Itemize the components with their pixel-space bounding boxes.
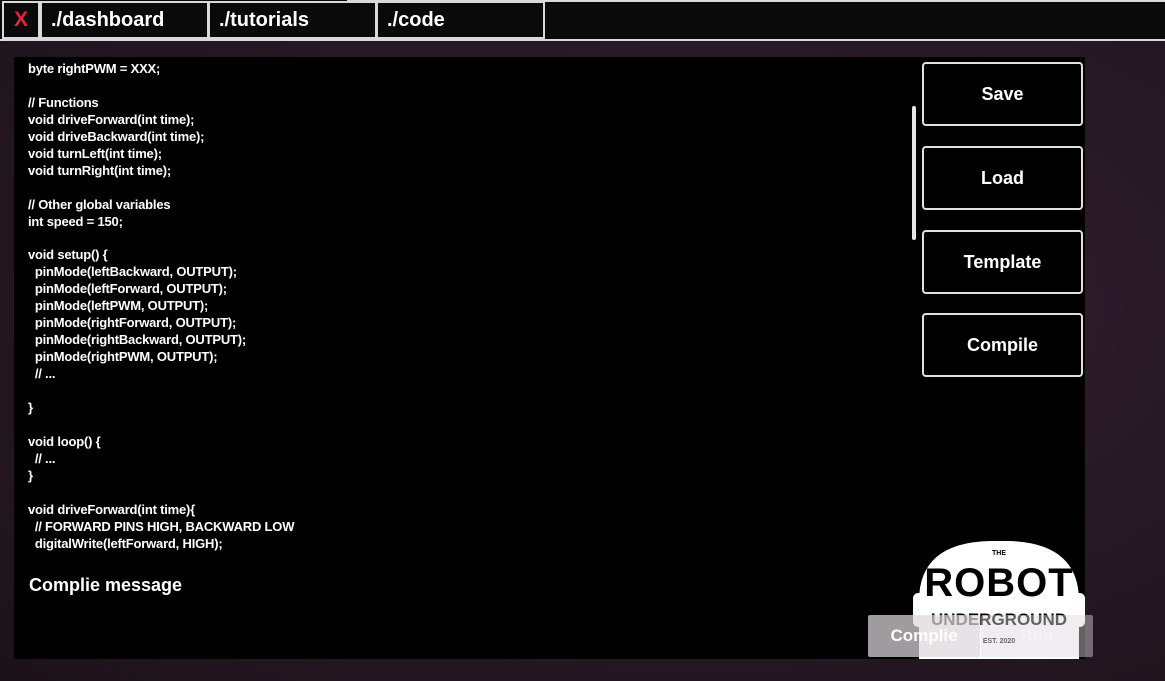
tab-code[interactable]: ./code — [376, 1, 545, 39]
template-button[interactable]: Template — [922, 230, 1083, 294]
code-scrollbar[interactable] — [912, 106, 916, 240]
save-button[interactable]: Save — [922, 62, 1083, 126]
load-button[interactable]: Load — [922, 146, 1083, 210]
compile-message-label: Complie message — [29, 575, 183, 595]
bottom-compile-button[interactable]: Complie — [868, 615, 980, 657]
close-button[interactable]: X — [2, 1, 40, 39]
tab-dashboard[interactable]: ./dashboard — [40, 1, 209, 39]
compile-button[interactable]: Compile — [922, 313, 1083, 377]
logo-robot-text: ROBOT — [924, 561, 1073, 605]
bottom-run-button[interactable]: Run — [981, 615, 1093, 657]
code-editor[interactable]: // PWMs byte rightPWM = XXX; // Function… — [28, 57, 908, 552]
tab-tutorials[interactable]: ./tutorials — [208, 1, 377, 39]
top-nav-bar: X ./dashboard ./tutorials ./code — [0, 0, 1165, 41]
logo-the-text: THE — [992, 550, 1006, 557]
code-text[interactable]: // PWMs byte rightPWM = XXX; // Function… — [28, 57, 294, 552]
